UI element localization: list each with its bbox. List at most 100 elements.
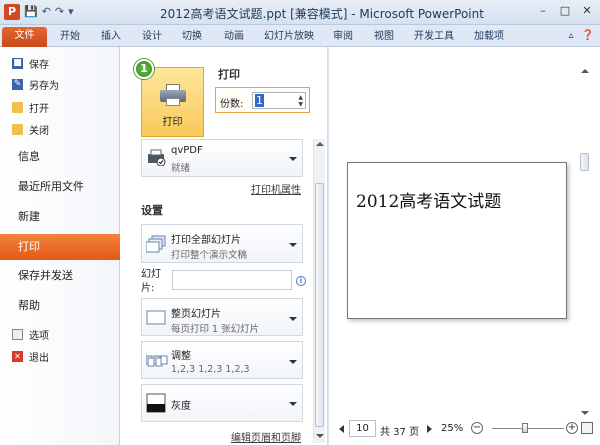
- chevron-down-icon: [289, 402, 297, 406]
- scroll-up-icon[interactable]: [316, 142, 324, 146]
- tab-addins[interactable]: 加载项: [474, 28, 504, 46]
- nav-save-as[interactable]: ✎ 另存为: [0, 74, 120, 94]
- tab-insert[interactable]: 插入: [101, 28, 121, 46]
- total-pages: 共 37 页: [380, 427, 420, 438]
- tab-file[interactable]: 文件: [2, 27, 47, 47]
- nav-save-as-label: 另存为: [29, 80, 59, 92]
- collate-subtitle: 1,2,3 1,2,3 1,2,3: [171, 364, 250, 375]
- copies-control: 份数: 1 ▲ ▼: [215, 87, 310, 113]
- scroll-thumb[interactable]: [580, 153, 589, 171]
- layout-title: 整页幻灯片: [171, 309, 221, 320]
- minimize-ribbon-icon[interactable]: ▵: [569, 30, 574, 41]
- collate-title: 调整: [171, 351, 191, 362]
- nav-help[interactable]: 帮助: [0, 293, 120, 319]
- print-range-title: 打印全部幻灯片: [171, 235, 241, 246]
- tab-view[interactable]: 视图: [374, 28, 394, 46]
- nav-recent[interactable]: 最近所用文件: [0, 174, 120, 200]
- print-settings-panel: 打印 1 打印 份数: 1 ▲ ▼ qvPDF 就绪 打印机属性 设置 打印全部幻…: [120, 47, 328, 445]
- copies-spinner[interactable]: ▲ ▼: [298, 94, 303, 108]
- layout-dropdown[interactable]: 整页幻灯片 每页打印 1 张幻灯片: [141, 298, 303, 336]
- powerpoint-app-icon[interactable]: P: [4, 4, 20, 20]
- chevron-down-icon: [289, 317, 297, 321]
- exit-icon: ✕: [12, 350, 23, 362]
- slides-input[interactable]: [172, 270, 292, 290]
- printer-icon: [159, 84, 186, 106]
- save-as-icon: ✎: [12, 78, 23, 90]
- printer-dropdown[interactable]: qvPDF 就绪: [141, 139, 303, 177]
- redo-icon[interactable]: ↷: [55, 4, 64, 20]
- title-bar: P 💾 ↶ ↷ ▾ 2012高考语文试题.ppt [兼容模式] - Micros…: [0, 0, 600, 25]
- fit-to-window-icon[interactable]: [581, 422, 593, 434]
- nav-info[interactable]: 信息: [0, 144, 120, 170]
- tab-animations[interactable]: 动画: [224, 28, 244, 46]
- collate-dropdown[interactable]: 调整 1,2,3 1,2,3 1,2,3: [141, 341, 303, 379]
- chevron-down-icon: [289, 157, 297, 161]
- settings-section-title: 设置: [141, 204, 163, 217]
- undo-icon[interactable]: ↶: [42, 4, 51, 20]
- nav-exit-label: 退出: [29, 352, 49, 364]
- slides-stack-icon: [145, 235, 166, 253]
- scroll-up-icon[interactable]: [581, 69, 589, 73]
- collate-icon: [145, 352, 168, 370]
- minimize-button[interactable]: –: [532, 3, 554, 19]
- zoom-slider[interactable]: [492, 428, 564, 429]
- window-title: 2012高考语文试题.ppt [兼容模式] - Microsoft PowerP…: [160, 7, 484, 21]
- zoom-out-icon[interactable]: −: [471, 422, 483, 434]
- preview-status-bar: 10 共 37 页 25% − +: [329, 419, 600, 439]
- printer-device-icon: [146, 148, 166, 167]
- save-icon: ■: [12, 57, 23, 69]
- ribbon-tabs: 文件 开始 插入 设计 切换 动画 幻灯片放映 审阅 视图 开发工具 加载项 ▵…: [0, 25, 600, 47]
- step-badge: 1: [134, 59, 154, 79]
- printer-properties-link[interactable]: 打印机属性: [251, 181, 301, 196]
- settings-scrollbar[interactable]: [313, 139, 325, 443]
- grayscale-icon: [146, 393, 166, 413]
- color-title: 灰度: [171, 401, 191, 412]
- color-dropdown[interactable]: 灰度: [141, 384, 303, 422]
- nav-print[interactable]: 打印: [0, 234, 120, 260]
- header-footer-link[interactable]: 编辑页眉和页脚: [231, 429, 301, 444]
- print-range-dropdown[interactable]: 打印全部幻灯片 打印整个演示文稿: [141, 224, 303, 263]
- previous-page-icon[interactable]: [339, 425, 344, 433]
- nav-new[interactable]: 新建: [0, 204, 120, 230]
- print-section-title: 打印: [218, 68, 240, 81]
- nav-options[interactable]: 选项: [0, 324, 120, 344]
- print-button[interactable]: 打印: [141, 67, 204, 137]
- print-button-label: 打印: [162, 117, 183, 128]
- tab-review[interactable]: 审阅: [333, 28, 353, 46]
- maximize-button[interactable]: □: [554, 3, 576, 19]
- slides-label: 幻灯 片:: [141, 269, 161, 294]
- nav-save-send[interactable]: 保存并发送: [0, 263, 120, 289]
- page-number-input[interactable]: 10: [349, 420, 376, 437]
- scroll-thumb[interactable]: [315, 183, 324, 427]
- tab-transitions[interactable]: 切换: [182, 28, 202, 46]
- tab-developer[interactable]: 开发工具: [414, 28, 454, 46]
- scroll-down-icon[interactable]: [316, 434, 324, 438]
- save-icon[interactable]: 💾: [24, 4, 38, 20]
- backstage-nav: ■ 保存 ✎ 另存为 打开 关闭 信息 最近所用文件 新建 打印 保存并发送 帮…: [0, 47, 120, 445]
- copies-input[interactable]: 1 ▲ ▼: [252, 92, 306, 109]
- nav-close[interactable]: 关闭: [0, 119, 120, 139]
- tab-home[interactable]: 开始: [60, 28, 80, 46]
- chevron-down-icon: [289, 243, 297, 247]
- preview-scrollbar[interactable]: [579, 63, 591, 425]
- slide-preview: 2012高考语文试题: [347, 162, 567, 319]
- printer-status: 就绪: [171, 163, 191, 174]
- next-page-icon[interactable]: [427, 425, 432, 433]
- customize-qat-icon[interactable]: ▾: [68, 4, 74, 20]
- scroll-down-icon[interactable]: [581, 411, 589, 415]
- copies-value: 1: [255, 94, 264, 107]
- tab-slideshow[interactable]: 幻灯片放映: [264, 28, 314, 46]
- nav-save[interactable]: ■ 保存: [0, 53, 120, 73]
- help-icon[interactable]: ❓: [582, 30, 594, 41]
- close-window-button[interactable]: ✕: [576, 3, 598, 19]
- zoom-slider-thumb[interactable]: [522, 423, 528, 433]
- nav-options-label: 选项: [29, 330, 49, 342]
- nav-open[interactable]: 打开: [0, 97, 120, 117]
- zoom-level[interactable]: 25%: [441, 423, 463, 434]
- tab-design[interactable]: 设计: [142, 28, 162, 46]
- zoom-in-icon[interactable]: +: [566, 422, 578, 434]
- quick-access-toolbar: 💾 ↶ ↷ ▾: [24, 4, 74, 20]
- nav-save-label: 保存: [29, 59, 49, 71]
- nav-exit[interactable]: ✕ 退出: [0, 346, 120, 366]
- info-icon[interactable]: i: [296, 276, 306, 286]
